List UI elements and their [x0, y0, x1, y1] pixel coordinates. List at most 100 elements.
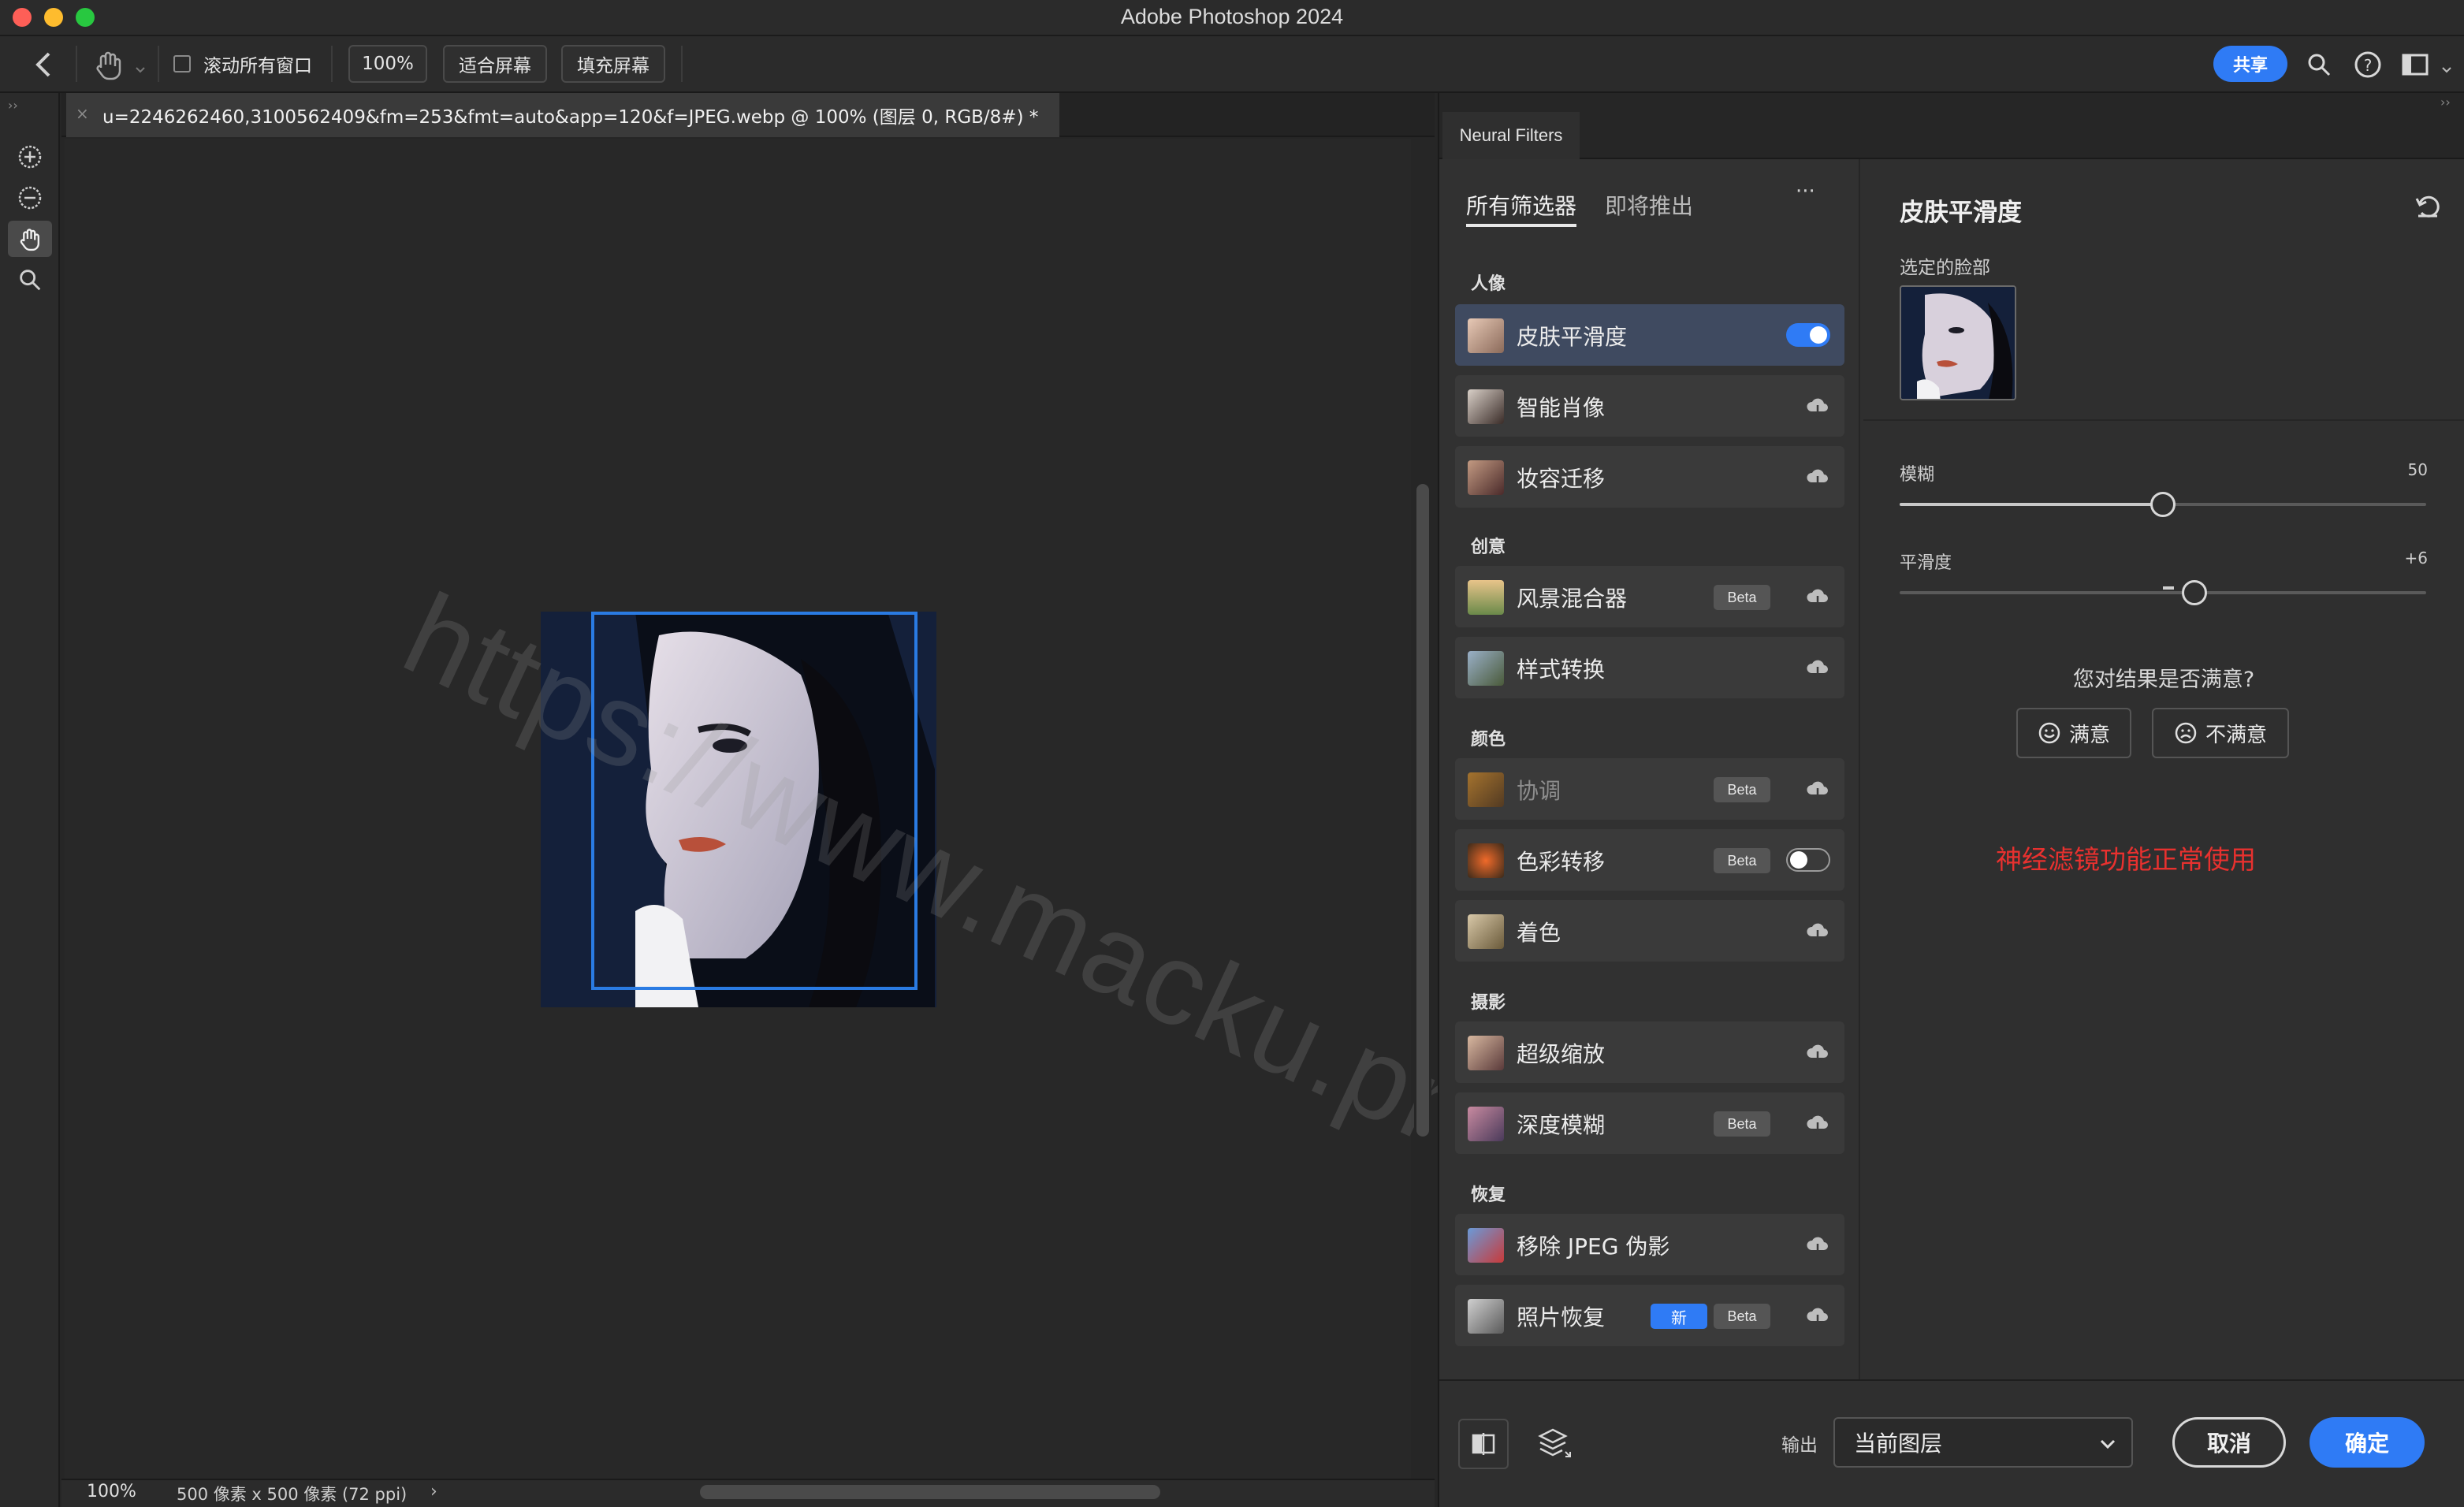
- filter-item-landscape-mixer[interactable]: 风景混合器 Beta: [1455, 566, 1844, 627]
- filter-toggle[interactable]: [1786, 848, 1830, 872]
- filter-thumbnail: [1468, 772, 1504, 807]
- filter-item-color-transfer[interactable]: 色彩转移 Beta: [1455, 829, 1844, 891]
- search-icon[interactable]: [2305, 50, 2333, 79]
- filter-label: 智能肖像: [1517, 395, 1606, 421]
- workspace-icon[interactable]: [2401, 52, 2429, 77]
- filter-item-harmonization[interactable]: 协调 Beta: [1455, 758, 1844, 820]
- filter-thumbnail: [1468, 1036, 1504, 1070]
- cancel-button[interactable]: 取消: [2172, 1417, 2286, 1468]
- filter-item-super-zoom[interactable]: 超级缩放: [1455, 1021, 1844, 1083]
- blur-slider-knob[interactable]: [2150, 492, 2176, 517]
- fit-screen-button[interactable]: 适合屏幕: [443, 45, 547, 83]
- divider: [158, 46, 159, 82]
- blur-label: 模糊: [1900, 465, 1935, 485]
- filter-label: 移除 JPEG 伪影: [1517, 1234, 1670, 1260]
- toggle-knob: [1790, 851, 1807, 869]
- help-icon[interactable]: ?: [2354, 50, 2382, 79]
- filter-item-remove-jpeg-artifacts[interactable]: 移除 JPEG 伪影: [1455, 1214, 1844, 1275]
- share-button[interactable]: 共享: [2213, 46, 2287, 82]
- hand-tool-icon[interactable]: [93, 47, 125, 82]
- back-icon[interactable]: [28, 47, 60, 82]
- annotation-text: 神经滤镜功能正常使用: [1996, 844, 2256, 875]
- subtract-from-selection-icon[interactable]: [8, 180, 52, 216]
- divider: [681, 46, 683, 82]
- hand-tool-icon[interactable]: [8, 221, 52, 257]
- output-select[interactable]: 当前图层: [1833, 1417, 2133, 1468]
- chevron-right-icon[interactable]: ›: [430, 1482, 437, 1501]
- cloud-download-icon[interactable]: [1805, 585, 1830, 610]
- ok-button[interactable]: 确定: [2310, 1417, 2425, 1468]
- active-tab-indicator: [1466, 224, 1576, 227]
- beta-badge: Beta: [1714, 585, 1770, 610]
- chevron-down-icon[interactable]: [2440, 58, 2453, 73]
- cloud-download-icon[interactable]: [1805, 777, 1830, 802]
- beta-badge: Beta: [1714, 848, 1770, 873]
- chevron-down-icon[interactable]: [134, 58, 147, 73]
- new-badge: 新: [1651, 1304, 1707, 1329]
- close-tab-icon[interactable]: ×: [76, 104, 89, 123]
- cloud-download-icon[interactable]: [1805, 919, 1830, 944]
- filter-item-colorize[interactable]: 着色: [1455, 900, 1844, 962]
- filter-label: 照片恢复: [1517, 1304, 1606, 1330]
- settings-title: 皮肤平滑度: [1900, 199, 2022, 227]
- smoothness-zero-mark: [2163, 586, 2174, 590]
- filter-label: 样式转换: [1517, 657, 1606, 683]
- filter-item-smart-portrait[interactable]: 智能肖像: [1455, 375, 1844, 437]
- filter-label: 皮肤平滑度: [1517, 324, 1628, 350]
- document-tab[interactable]: u=2246262460,3100562409&fm=253&fmt=auto&…: [66, 93, 1059, 137]
- filter-thumbnail: [1468, 1228, 1504, 1263]
- cloud-download-icon[interactable]: [1805, 1233, 1830, 1258]
- filter-label: 着色: [1517, 920, 1561, 946]
- filter-item-skin-smoothing[interactable]: 皮肤平滑度: [1455, 304, 1844, 366]
- blur-slider-fill: [1900, 503, 2163, 506]
- divider: [331, 46, 333, 82]
- layers-icon[interactable]: [1535, 1425, 1573, 1463]
- cloud-download-icon[interactable]: [1805, 1304, 1830, 1329]
- collapse-icon[interactable]: ››: [8, 98, 18, 113]
- cloud-download-icon[interactable]: [1805, 656, 1830, 681]
- cloud-download-icon[interactable]: [1805, 1111, 1830, 1137]
- zoom-tool-icon[interactable]: [8, 262, 52, 298]
- filter-thumbnail: [1468, 651, 1504, 686]
- compare-icon[interactable]: [1458, 1419, 1509, 1469]
- section-title-photography: 摄影: [1471, 993, 1506, 1013]
- horizontal-scrollbar-thumb[interactable]: [700, 1485, 1160, 1499]
- cloud-download-icon[interactable]: [1805, 394, 1830, 419]
- filter-thumbnail: [1468, 914, 1504, 949]
- smoothness-slider-knob[interactable]: [2182, 580, 2208, 605]
- zoom-100-button[interactable]: 100%: [348, 45, 427, 83]
- smoothness-slider-track[interactable]: [1900, 591, 2426, 594]
- scroll-all-windows-checkbox[interactable]: [173, 55, 191, 73]
- zoom-level[interactable]: 100%: [87, 1482, 136, 1501]
- collapse-icon[interactable]: ››: [2440, 95, 2451, 110]
- more-options-icon[interactable]: ···: [1796, 180, 1815, 203]
- filter-label: 风景混合器: [1517, 586, 1628, 612]
- filter-toggle[interactable]: [1786, 323, 1830, 347]
- output-label: 输出: [1781, 1435, 1818, 1456]
- beta-badge: Beta: [1714, 1111, 1770, 1137]
- vertical-scrollbar-thumb[interactable]: [1416, 484, 1429, 1137]
- divider: [1863, 419, 2464, 421]
- cloud-download-icon[interactable]: [1805, 1040, 1830, 1066]
- section-title-restoration: 恢复: [1471, 1185, 1506, 1205]
- neural-filters-tab[interactable]: Neural Filters: [1442, 112, 1580, 159]
- filter-item-makeup-transfer[interactable]: 妆容迁移: [1455, 446, 1844, 508]
- tab-coming-soon[interactable]: 即将推出: [1605, 189, 1693, 221]
- tab-all-filters[interactable]: 所有筛选器: [1466, 189, 1576, 221]
- unsatisfied-button[interactable]: 不满意: [2152, 708, 2289, 758]
- satisfied-button[interactable]: 满意: [2016, 708, 2131, 758]
- selected-face-thumbnail[interactable]: [1900, 285, 2016, 400]
- cloud-download-icon[interactable]: [1805, 465, 1830, 490]
- filter-item-photo-restoration[interactable]: 照片恢复 新 Beta: [1455, 1285, 1844, 1346]
- filter-item-depth-blur[interactable]: 深度模糊 Beta: [1455, 1092, 1844, 1154]
- unsatisfied-label: 不满意: [2205, 723, 2267, 747]
- add-to-selection-icon[interactable]: [8, 139, 52, 175]
- beta-badge: Beta: [1714, 1304, 1770, 1329]
- fill-screen-button[interactable]: 填充屏幕: [561, 45, 665, 83]
- panel-tab-bar: [1439, 93, 2464, 159]
- filter-label: 深度模糊: [1517, 1112, 1606, 1138]
- reset-icon[interactable]: [2414, 192, 2442, 221]
- window-title: Adobe Photoshop 2024: [1120, 5, 1344, 28]
- tools-panel: [0, 93, 60, 1507]
- filter-item-style-transfer[interactable]: 样式转换: [1455, 637, 1844, 698]
